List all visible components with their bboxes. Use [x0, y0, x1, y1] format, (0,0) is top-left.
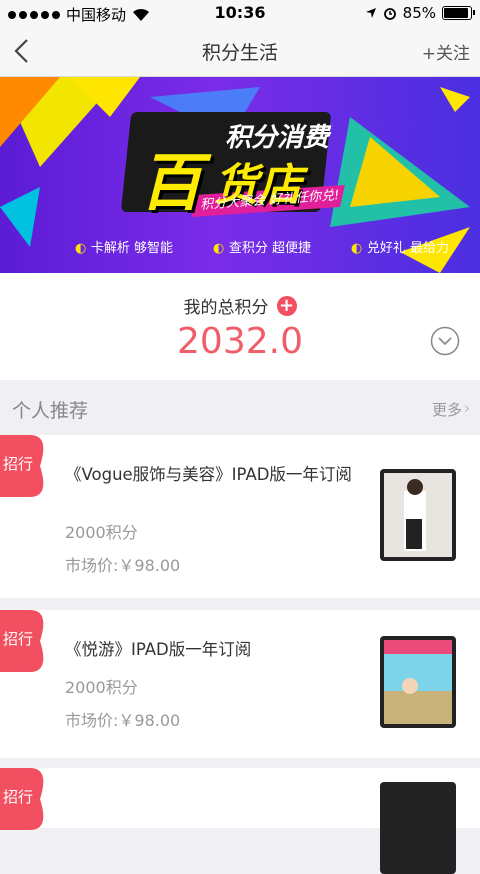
location-icon — [365, 8, 376, 18]
vogue-cover-image — [384, 473, 452, 557]
points-summary: 我的总积分 + 2032.0 — [0, 273, 480, 380]
tag-label: 招行 — [2, 630, 33, 648]
plus-icon[interactable]: + — [276, 295, 297, 316]
item-name: 《悦游》IPAD版一年订阅 — [65, 640, 252, 659]
item-price: 市场价:￥98.00 — [65, 556, 181, 575]
banner-triangle-cyan — [0, 187, 40, 247]
status-right: 85% — [365, 4, 475, 22]
list-item[interactable]: 招行 《Vogue服饰与美容》IPAD版一年订阅 2000积分 市场价:￥98.… — [0, 435, 480, 598]
banner-feature-3: ◐ 兑好礼 最给力 — [351, 241, 450, 256]
feature-icon: ◐ — [213, 241, 229, 256]
item-price: 市场价:￥98.00 — [65, 711, 181, 730]
item-points: 2000积分 — [65, 523, 138, 542]
banner-feature-1: ◐ 卡解析 够智能 — [75, 241, 174, 256]
chevron-right-icon: › — [464, 399, 470, 417]
item-thumbnail — [380, 636, 456, 728]
battery-fill — [444, 8, 468, 18]
tag-label: 招行 — [2, 788, 33, 806]
item-points: 2000积分 — [65, 678, 138, 697]
item-thumbnail — [380, 782, 456, 874]
page-title: 积分生活 — [201, 42, 278, 64]
banner-feature-2: ◐ 查积分 超便捷 — [213, 241, 312, 256]
more-link[interactable]: 更多 — [432, 399, 462, 420]
follow-button[interactable]: +关注 — [422, 39, 470, 64]
banner-features: ◐ 卡解析 够智能 ◐ 查积分 超便捷 ◐ 兑好礼 最给力 — [75, 237, 449, 256]
battery-percent: 85% — [402, 4, 436, 22]
list-item[interactable]: 招行 — [0, 768, 480, 874]
points-label-row: 我的总积分 + — [0, 293, 480, 318]
item-name: 《Vogue服饰与美容》IPAD版一年订阅 — [65, 465, 352, 484]
yueyou-cover-image — [384, 640, 452, 724]
alarm-icon — [383, 8, 396, 20]
section-title: 个人推荐 — [12, 400, 89, 422]
item-thumbnail — [380, 469, 456, 561]
status-bar: 中国移动 10:36 85% — [0, 0, 480, 26]
banner-big1: 百 — [140, 146, 203, 219]
list-item[interactable]: 招行 《悦游》IPAD版一年订阅 2000积分 市场价:￥98.00 — [0, 610, 480, 758]
battery-icon — [442, 6, 475, 20]
banner-triangle-small — [440, 87, 470, 112]
feature-icon: ◐ — [75, 241, 91, 256]
points-label: 我的总积分 — [183, 298, 269, 318]
feature-icon: ◐ — [351, 241, 367, 256]
navigation-bar: 积分生活 +关注 — [0, 26, 480, 77]
points-value: 2032.0 — [177, 321, 303, 362]
tag-label: 招行 — [2, 455, 33, 473]
promo-banner[interactable]: 积分消费 百 货店 积分大聚会 好礼任你兑! ◐ 卡解析 够智能 ◐ 查积分 超… — [0, 77, 480, 273]
chevron-down-icon[interactable] — [430, 326, 460, 356]
section-header: 个人推荐 更多 › — [0, 382, 480, 434]
